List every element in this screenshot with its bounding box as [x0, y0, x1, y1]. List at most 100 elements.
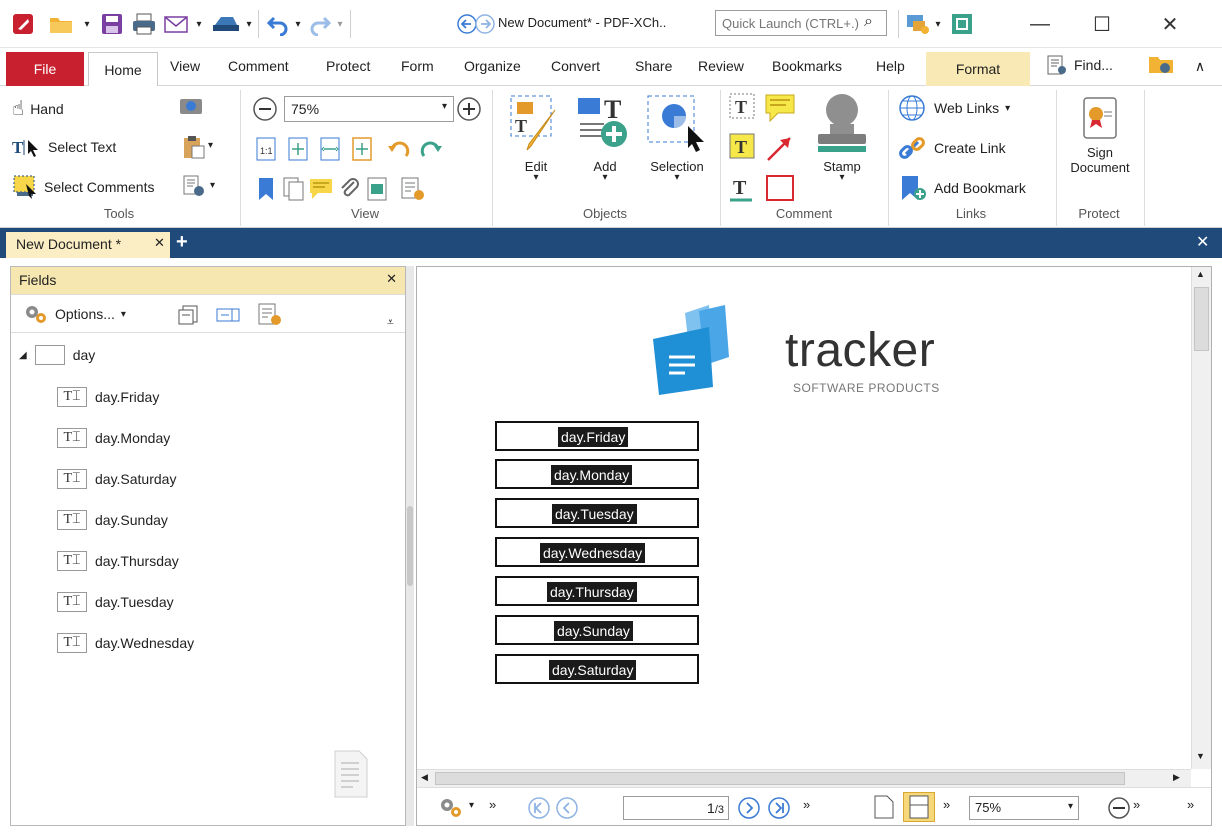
- form-field-sunday[interactable]: day.Sunday: [495, 615, 699, 645]
- create-link-button[interactable]: Create Link: [898, 134, 1006, 162]
- tab-format[interactable]: Format: [926, 52, 1030, 86]
- pane-menu-icon[interactable]: ⩡: [387, 315, 394, 330]
- actual-size-icon[interactable]: 1:1: [254, 136, 278, 165]
- bookmark-icon[interactable]: [256, 176, 276, 205]
- tree-item-thursday[interactable]: T⌶ day.Thursday: [57, 551, 179, 571]
- maximize-button[interactable]: ☐: [1082, 10, 1122, 38]
- open-folder-icon[interactable]: [46, 12, 76, 36]
- zoom-select[interactable]: 75% ▾: [284, 96, 454, 122]
- previous-page-icon[interactable]: [555, 796, 579, 823]
- rotate-left-icon[interactable]: [386, 136, 412, 165]
- sign-document-button[interactable]: Sign Document: [1064, 96, 1136, 175]
- vertical-scroll-thumb[interactable]: [1194, 287, 1209, 351]
- print-icon[interactable]: [130, 12, 158, 36]
- overflow-icon[interactable]: »: [803, 797, 810, 812]
- tab-comment[interactable]: Comment: [228, 58, 289, 74]
- stamp-button[interactable]: Stamp ▾: [806, 90, 878, 183]
- tab-bookmarks[interactable]: Bookmarks: [772, 58, 842, 74]
- zoom-out-icon[interactable]: [252, 96, 278, 125]
- tab-form[interactable]: Form: [401, 58, 434, 74]
- underline-text-icon[interactable]: T: [728, 172, 758, 207]
- form-field-wednesday[interactable]: day.Wednesday: [495, 537, 699, 567]
- chevron-down-icon[interactable]: ▾: [80, 12, 94, 36]
- tree-root-day[interactable]: ◢ day: [19, 345, 95, 365]
- tab-file[interactable]: File: [6, 52, 84, 86]
- tab-help[interactable]: Help: [876, 58, 905, 74]
- chevron-down-icon[interactable]: ▾: [932, 12, 944, 36]
- horizontal-scrollbar[interactable]: ◀ ▶: [417, 769, 1191, 787]
- hand-tool-button[interactable]: ☝ Hand: [12, 96, 64, 121]
- rotate-right-icon[interactable]: [418, 136, 444, 165]
- field-settings-icon[interactable]: [257, 302, 283, 329]
- scroll-up-icon[interactable]: ▲: [1196, 269, 1205, 279]
- form-field-saturday[interactable]: day.Saturday: [495, 654, 699, 684]
- add-bookmark-button[interactable]: Add Bookmark: [898, 174, 1026, 202]
- splitter-handle[interactable]: [407, 506, 413, 586]
- sticky-note-icon[interactable]: [764, 92, 798, 127]
- last-page-icon[interactable]: [767, 796, 791, 823]
- collapse-all-icon[interactable]: [177, 304, 199, 329]
- select-comments-button[interactable]: Select Comments: [12, 174, 154, 200]
- search-folder-icon[interactable]: [1146, 52, 1176, 76]
- single-page-icon[interactable]: [873, 794, 895, 823]
- email-icon[interactable]: [162, 12, 192, 36]
- document-tab[interactable]: New Document * ✕: [6, 232, 170, 258]
- scroll-down-icon[interactable]: ▼: [1196, 751, 1205, 761]
- tree-item-monday[interactable]: T⌶ day.Monday: [57, 428, 170, 448]
- chevron-down-icon[interactable]: ▾: [334, 12, 346, 36]
- status-zoom-out-icon[interactable]: [1107, 796, 1131, 823]
- form-field-monday[interactable]: day.Monday: [495, 459, 699, 489]
- snapshot-icon[interactable]: [178, 94, 204, 119]
- tree-item-tuesday[interactable]: T⌶ day.Tuesday: [57, 592, 174, 612]
- page-number-input[interactable]: 1/3: [623, 796, 729, 820]
- tab-review[interactable]: Review: [698, 58, 744, 74]
- overflow-icon[interactable]: »: [1133, 797, 1140, 812]
- pages-icon[interactable]: [282, 176, 306, 205]
- typewriter-icon[interactable]: T: [728, 92, 758, 127]
- close-all-icon[interactable]: ✕: [1196, 232, 1209, 252]
- fit-page-icon[interactable]: [286, 136, 310, 165]
- horizontal-scroll-thumb[interactable]: [435, 772, 1125, 785]
- form-field-tuesday[interactable]: day.Tuesday: [495, 498, 699, 528]
- tree-item-wednesday[interactable]: T⌶ day.Wednesday: [57, 633, 194, 653]
- continuous-view-button[interactable]: [903, 792, 935, 822]
- tree-item-saturday[interactable]: T⌶ day.Saturday: [57, 469, 176, 489]
- search-icon[interactable]: ⌕: [864, 13, 873, 31]
- save-icon[interactable]: [98, 12, 126, 36]
- chevron-down-icon[interactable]: ▾: [243, 12, 255, 36]
- fit-visible-icon[interactable]: [350, 136, 374, 165]
- fullscreen-icon[interactable]: [948, 12, 976, 36]
- add-button[interactable]: T Add ▾: [572, 90, 638, 183]
- scroll-left-icon[interactable]: ◀: [421, 772, 428, 783]
- comments-icon[interactable]: [308, 176, 334, 205]
- web-links-button[interactable]: Web Links ▾: [898, 94, 1010, 122]
- tab-convert[interactable]: Convert: [551, 58, 600, 74]
- customize-toolbar-icon[interactable]: [904, 12, 932, 36]
- tab-share[interactable]: Share: [635, 58, 672, 74]
- tab-view[interactable]: View: [170, 58, 200, 74]
- tab-home[interactable]: Home: [88, 52, 158, 87]
- vertical-scrollbar[interactable]: ▲ ▼: [1191, 267, 1211, 769]
- clipboard-icon[interactable]: [182, 134, 206, 163]
- textbox-icon[interactable]: T: [728, 132, 758, 167]
- close-tab-icon[interactable]: ✕: [154, 235, 165, 251]
- minimize-button[interactable]: —: [1020, 10, 1060, 38]
- form-field-thursday[interactable]: day.Thursday: [495, 576, 699, 606]
- overflow-icon[interactable]: »: [943, 797, 950, 812]
- tree-item-sunday[interactable]: T⌶ day.Sunday: [57, 510, 168, 530]
- attachment-icon[interactable]: [338, 176, 362, 205]
- quick-launch-input[interactable]: [715, 10, 887, 36]
- next-page-icon[interactable]: [737, 796, 761, 823]
- field-properties-icon[interactable]: [215, 304, 241, 329]
- chevron-down-icon[interactable]: ▾: [208, 140, 213, 151]
- scroll-right-icon[interactable]: ▶: [1173, 772, 1180, 783]
- zoom-in-icon[interactable]: [456, 96, 482, 125]
- redo-icon[interactable]: [306, 12, 334, 36]
- destinations-icon[interactable]: [366, 176, 390, 205]
- first-page-icon[interactable]: [527, 796, 551, 823]
- overflow-icon[interactable]: »: [1187, 797, 1194, 812]
- expand-icon[interactable]: ◢: [19, 350, 27, 361]
- selection-button[interactable]: Selection ▾: [640, 90, 714, 183]
- form-fields-pane-icon[interactable]: [400, 176, 426, 205]
- status-options-icon[interactable]: [437, 796, 465, 823]
